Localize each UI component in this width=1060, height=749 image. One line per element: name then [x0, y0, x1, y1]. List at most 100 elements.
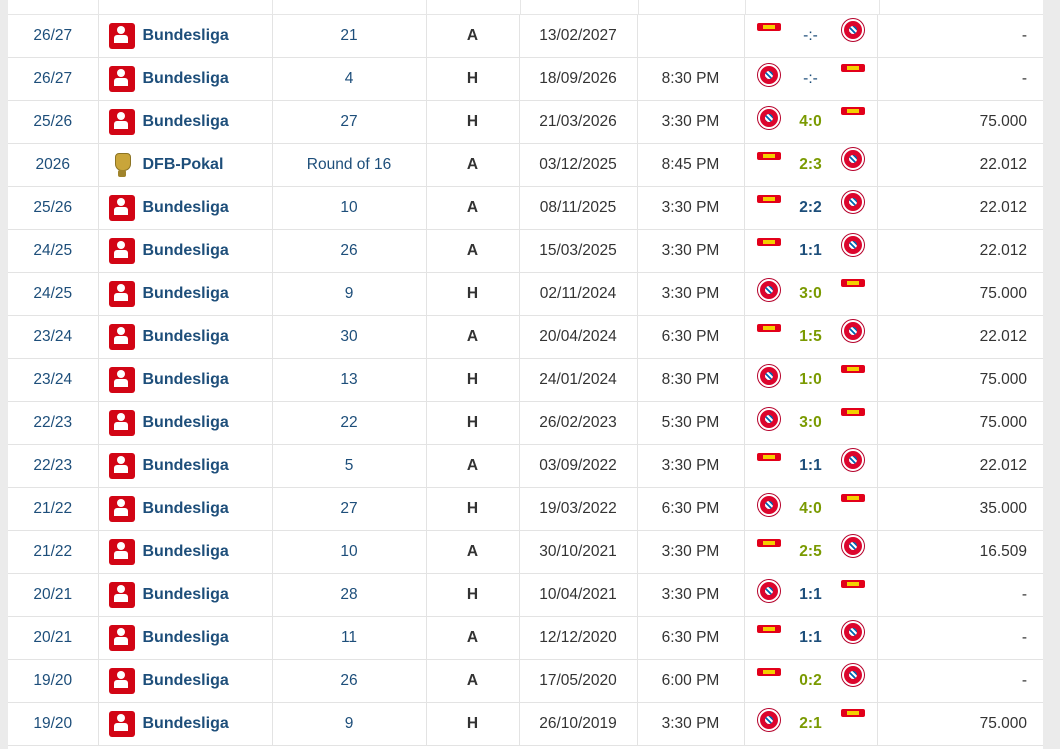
club-crest-icon[interactable] — [840, 406, 865, 420]
matchday-link[interactable]: 4 — [345, 70, 354, 87]
bundesliga-logo-icon[interactable] — [108, 539, 135, 565]
matchday-link[interactable]: 27 — [340, 113, 357, 130]
bundesliga-logo-icon[interactable] — [108, 582, 135, 608]
home-team-icon[interactable] — [755, 15, 783, 57]
club-crest-icon[interactable] — [756, 236, 781, 250]
club-crest-icon[interactable] — [757, 408, 780, 430]
away-team-icon[interactable] — [839, 187, 867, 229]
away-team-icon[interactable] — [839, 531, 867, 573]
bundesliga-logo-icon[interactable] — [108, 711, 135, 737]
bundesliga-logo-icon[interactable] — [108, 625, 135, 651]
club-crest-icon[interactable] — [757, 279, 780, 301]
club-crest-icon[interactable] — [840, 707, 865, 721]
match-result-link[interactable]: 3:0 — [791, 285, 831, 303]
season-link[interactable]: 24/25 — [33, 242, 72, 259]
away-team-icon[interactable] — [839, 316, 867, 358]
bundesliga-logo-icon[interactable] — [108, 66, 135, 92]
away-team-icon[interactable] — [839, 402, 867, 444]
away-team-icon[interactable] — [839, 660, 867, 702]
away-team-icon[interactable] — [839, 703, 867, 745]
season-link[interactable]: 25/26 — [33, 199, 72, 216]
home-team-icon[interactable] — [755, 316, 783, 358]
match-result-link[interactable]: 4:0 — [791, 500, 831, 518]
season-link[interactable]: 19/20 — [33, 672, 72, 689]
club-crest-icon[interactable] — [841, 449, 864, 471]
club-crest-icon[interactable] — [757, 580, 780, 602]
away-team-icon[interactable] — [839, 230, 867, 272]
club-crest-icon[interactable] — [841, 191, 864, 213]
club-crest-icon[interactable] — [756, 150, 781, 164]
matchday-link[interactable]: 27 — [340, 500, 357, 517]
matchday-link[interactable]: 10 — [340, 199, 357, 216]
match-result-link[interactable]: 1:1 — [791, 242, 831, 260]
matchday-link[interactable]: 5 — [345, 457, 354, 474]
matchday-link[interactable]: 26 — [340, 242, 357, 259]
matchday-link[interactable]: 13 — [340, 371, 357, 388]
home-team-icon[interactable] — [755, 359, 783, 401]
competition-link[interactable]: Bundesliga — [143, 543, 229, 561]
club-crest-icon[interactable] — [757, 107, 780, 129]
club-crest-icon[interactable] — [841, 148, 864, 170]
away-team-icon[interactable] — [839, 101, 867, 143]
season-link[interactable]: 21/22 — [33, 500, 72, 517]
home-team-icon[interactable] — [755, 617, 783, 659]
competition-link[interactable]: Bundesliga — [143, 715, 229, 733]
away-team-icon[interactable] — [839, 15, 867, 57]
competition-link[interactable]: Bundesliga — [143, 285, 229, 303]
competition-link[interactable]: Bundesliga — [143, 672, 229, 690]
bundesliga-logo-icon[interactable] — [108, 324, 135, 350]
away-team-icon[interactable] — [839, 445, 867, 487]
club-crest-icon[interactable] — [840, 492, 865, 506]
matchday-link[interactable]: 28 — [340, 586, 357, 603]
competition-link[interactable]: Bundesliga — [143, 113, 229, 131]
match-result-link[interactable]: 2:3 — [791, 156, 831, 174]
club-crest-icon[interactable] — [840, 105, 865, 119]
competition-link[interactable]: Bundesliga — [143, 500, 229, 518]
club-crest-icon[interactable] — [757, 494, 780, 516]
away-team-icon[interactable] — [839, 617, 867, 659]
club-crest-icon[interactable] — [756, 666, 781, 680]
matchday-link[interactable]: 9 — [345, 285, 354, 302]
match-result-link[interactable]: 1:0 — [791, 371, 831, 389]
club-crest-icon[interactable] — [841, 234, 864, 256]
season-link[interactable]: 2026 — [36, 156, 70, 173]
bundesliga-logo-icon[interactable] — [108, 195, 135, 221]
club-crest-icon[interactable] — [841, 664, 864, 686]
home-team-icon[interactable] — [755, 101, 783, 143]
season-link[interactable]: 20/21 — [33, 586, 72, 603]
match-result-link[interactable]: -:- — [791, 27, 831, 45]
matchday-link[interactable]: 21 — [340, 27, 357, 44]
competition-link[interactable]: Bundesliga — [143, 27, 229, 45]
home-team-icon[interactable] — [755, 230, 783, 272]
match-result-link[interactable]: 0:2 — [791, 672, 831, 690]
club-crest-icon[interactable] — [841, 19, 864, 41]
matchday-link[interactable]: 22 — [340, 414, 357, 431]
home-team-icon[interactable] — [755, 58, 783, 100]
season-link[interactable]: 23/24 — [33, 328, 72, 345]
season-link[interactable]: 21/22 — [33, 543, 72, 560]
match-result-link[interactable]: 4:0 — [791, 113, 831, 131]
club-crest-icon[interactable] — [841, 535, 864, 557]
club-crest-icon[interactable] — [840, 578, 865, 592]
club-crest-icon[interactable] — [840, 277, 865, 291]
season-link[interactable]: 22/23 — [33, 457, 72, 474]
club-crest-icon[interactable] — [757, 709, 780, 731]
away-team-icon[interactable] — [839, 359, 867, 401]
match-result-link[interactable]: -:- — [791, 70, 831, 88]
match-result-link[interactable]: 1:5 — [791, 328, 831, 346]
season-link[interactable]: 20/21 — [33, 629, 72, 646]
competition-link[interactable]: Bundesliga — [143, 70, 229, 88]
season-link[interactable]: 24/25 — [33, 285, 72, 302]
away-team-icon[interactable] — [839, 58, 867, 100]
match-result-link[interactable]: 1:1 — [791, 457, 831, 475]
home-team-icon[interactable] — [755, 660, 783, 702]
season-link[interactable]: 26/27 — [33, 70, 72, 87]
competition-link[interactable]: Bundesliga — [143, 629, 229, 647]
competition-link[interactable]: Bundesliga — [143, 242, 229, 260]
club-crest-icon[interactable] — [840, 363, 865, 377]
club-crest-icon[interactable] — [756, 623, 781, 637]
season-link[interactable]: 25/26 — [33, 113, 72, 130]
bundesliga-logo-icon[interactable] — [108, 367, 135, 393]
home-team-icon[interactable] — [755, 144, 783, 186]
match-result-link[interactable]: 1:1 — [791, 629, 831, 647]
